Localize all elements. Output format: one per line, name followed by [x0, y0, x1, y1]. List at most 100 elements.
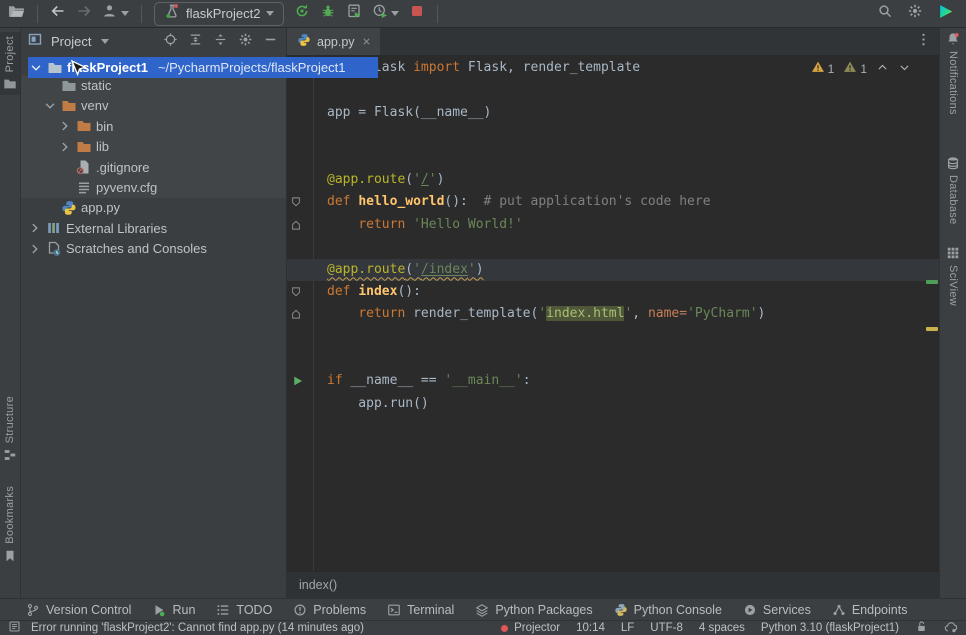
forward-arrow-icon[interactable] — [76, 3, 92, 24]
code-line[interactable]: if __name__ == '__main__': — [287, 370, 939, 392]
code-line[interactable]: def index(): — [287, 281, 939, 303]
tree-item-pyvenv-cfg[interactable]: pyvenv.cfg — [21, 177, 286, 197]
debug-button[interactable] — [320, 3, 336, 24]
status-item-10-14[interactable]: 10:14 — [576, 622, 605, 634]
lock-button[interactable] — [915, 620, 928, 635]
tree-item-venv[interactable]: venv — [21, 96, 286, 116]
toolwindow-stripe-notifications[interactable]: Notifications — [940, 32, 966, 115]
reader-mode-icon[interactable] — [8, 620, 21, 635]
tree-item-scratches-and-consoles[interactable]: Scratches and Consoles — [21, 239, 286, 259]
toolwindow-button-version-control[interactable]: Version Control — [26, 603, 131, 617]
status-bar: Error running 'flaskProject2': Cannot fi… — [0, 620, 966, 635]
code-line[interactable] — [287, 147, 939, 169]
code-line[interactable]: return render_template('index.html', nam… — [287, 303, 939, 325]
toolwindow-stripe-project[interactable]: Project — [0, 32, 20, 95]
toolwindow-button-endpoints[interactable]: Endpoints — [832, 603, 908, 617]
code-line[interactable] — [287, 326, 939, 348]
expand-all-button[interactable] — [188, 32, 203, 52]
weak-warnings-indicator[interactable]: 1 — [843, 60, 867, 77]
grid-icon — [946, 246, 960, 260]
toolwindow-button-todo[interactable]: TODO — [216, 603, 272, 617]
tree-item-path: ~/PycharmProjects/flaskProject1 — [158, 60, 345, 75]
search-everywhere-button[interactable] — [877, 3, 893, 24]
status-item-lf[interactable]: LF — [621, 622, 634, 634]
run-button[interactable] — [294, 3, 310, 24]
tree-item-lib[interactable]: lib — [21, 137, 286, 157]
chevron-down-icon[interactable] — [101, 39, 109, 44]
close-tab-icon[interactable] — [361, 36, 372, 47]
editor-options-kebab-icon[interactable] — [916, 32, 931, 52]
status-item-4-spaces[interactable]: 4 spaces — [699, 622, 745, 634]
collapse-all-button[interactable] — [213, 32, 228, 52]
toolwindow-button-problems[interactable]: Problems — [293, 603, 366, 617]
tree-item-external-libraries[interactable]: External Libraries — [21, 218, 286, 238]
status-item-utf-8[interactable]: UTF-8 — [650, 622, 683, 634]
warnings-indicator[interactable]: 1 — [811, 60, 835, 77]
code-line[interactable] — [287, 236, 939, 258]
stop-button[interactable] — [409, 3, 425, 24]
settings-button[interactable] — [907, 3, 923, 24]
code-line[interactable] — [287, 79, 939, 101]
warning-icon — [811, 60, 825, 77]
next-problem-chevron-icon[interactable] — [898, 61, 911, 77]
editor-tab-app-py[interactable]: app.py — [287, 28, 380, 55]
status-item-label: Python 3.10 (flaskProject1) — [761, 622, 899, 634]
code-line[interactable] — [287, 348, 939, 370]
previous-problem-chevron-icon[interactable] — [876, 61, 889, 77]
code-line[interactable]: @app.route('/index') — [287, 259, 939, 281]
status-item-projector[interactable]: Projector — [501, 622, 560, 634]
inspections-widget[interactable]: 1 1 — [811, 60, 911, 77]
toolwindow-stripe-database[interactable]: Database — [940, 156, 966, 225]
toolwindow-button-run[interactable]: Run — [152, 603, 195, 617]
code-editor[interactable]: from flask import Flask, render_template… — [287, 55, 939, 571]
chevron-down-icon — [42, 99, 57, 113]
tree-item-gitignore[interactable]: .gitignore — [21, 157, 286, 177]
toolwindow-button-python-console[interactable]: Python Console — [614, 603, 722, 617]
run-with-coverage-button[interactable] — [346, 3, 362, 24]
stripe-label: Structure — [4, 396, 16, 443]
tree-item-bin[interactable]: bin — [21, 116, 286, 136]
panel-settings-button[interactable] — [238, 32, 253, 52]
toolwindow-button-label: Terminal — [407, 603, 454, 617]
tree-item-app-py[interactable]: app.py — [21, 198, 286, 218]
toolwindow-stripe-bookmarks[interactable]: Bookmarks — [0, 486, 20, 563]
back-arrow-icon[interactable] — [50, 3, 66, 24]
ide-logo-icon[interactable] — [937, 3, 954, 25]
breadcrumb[interactable]: index() — [299, 578, 337, 592]
toolwindow-stripe-sciview[interactable]: SciView — [940, 246, 966, 306]
tree-item-label: pyvenv.cfg — [96, 180, 157, 195]
right-toolwindow-bar: Notifications Database SciView — [939, 28, 966, 598]
status-message[interactable]: Error running 'flaskProject2': Cannot fi… — [31, 622, 364, 634]
toolwindow-button-python-packages[interactable]: Python Packages — [475, 603, 592, 617]
scrollbar-mark-yellow[interactable] — [926, 327, 938, 331]
cloud-settings-button[interactable] — [944, 620, 958, 635]
toolwindow-stripe-structure[interactable]: Structure — [0, 396, 20, 462]
project-panel: Project staticvenvbinlib.gitignore pyvenv… — [21, 28, 286, 598]
chevron-right-icon — [27, 242, 42, 256]
open-folder-icon[interactable] — [8, 3, 25, 25]
tree-item-static[interactable]: static — [21, 75, 286, 95]
project-panel-title[interactable]: Project — [51, 34, 91, 49]
locate-file-button[interactable] — [163, 32, 178, 52]
code-line[interactable]: app.run() — [287, 393, 939, 415]
recording-dot-icon — [501, 625, 508, 632]
project-view-icon[interactable] — [27, 31, 43, 52]
stripe-label: Project — [4, 36, 16, 72]
code-line[interactable]: def hello_world(): # put application's c… — [287, 191, 939, 213]
vcs-user-button[interactable] — [102, 3, 129, 24]
code-line[interactable]: @app.route('/') — [287, 169, 939, 191]
run-configuration-selector[interactable]: flaskProject2 — [154, 2, 284, 26]
code-line[interactable]: app = Flask(__name__) — [287, 102, 939, 124]
toolwindow-button-services[interactable]: Services — [743, 603, 811, 617]
left-toolwindow-bar: Project Structure Bookmarks — [0, 28, 21, 598]
code-line[interactable]: return 'Hello World!' — [287, 214, 939, 236]
profiler-button[interactable] — [372, 3, 399, 24]
toolwindow-button-terminal[interactable]: Terminal — [387, 603, 454, 617]
toolwindow-button-label: TODO — [236, 603, 272, 617]
folder-icon — [47, 60, 63, 76]
scrollbar-mark-green[interactable] — [926, 280, 938, 284]
hide-panel-button[interactable] — [263, 32, 278, 52]
code-line[interactable] — [287, 124, 939, 146]
breadcrumbs-bar: index() — [287, 571, 939, 598]
status-item-python-3-10-flaskproject1[interactable]: Python 3.10 (flaskProject1) — [761, 622, 899, 634]
